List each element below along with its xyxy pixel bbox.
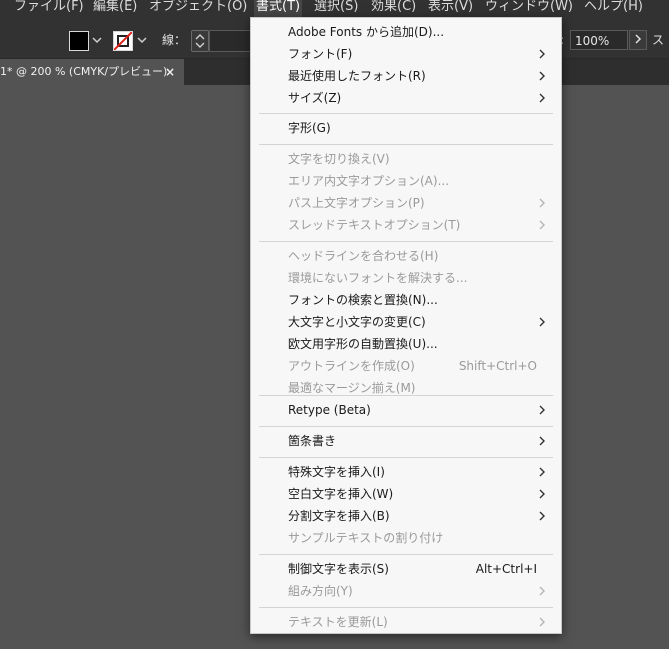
menu-item-item-5: 文字を切り換え(V) <box>251 148 561 170</box>
menu-item-item-20[interactable]: 分割文字を挿入(B) <box>251 505 561 527</box>
menu-item-label: 特殊文字を挿入(I) <box>288 465 385 479</box>
menu-item-item-9: ヘッドラインを合わせる(H) <box>251 245 561 267</box>
chevron-right-icon <box>536 87 548 109</box>
chevron-right-icon[interactable] <box>629 30 647 50</box>
menu-item-item-10: 環境にないフォントを解決する... <box>251 267 561 289</box>
menu-item-label: テキストを更新(L) <box>288 615 388 629</box>
chevron-right-icon <box>536 399 548 421</box>
menu-item-adobe-fonts[interactable]: Adobe Fonts から追加(D)... <box>251 21 561 43</box>
menu-type[interactable]: 書式(T) <box>254 0 303 18</box>
chevron-right-icon <box>536 580 548 602</box>
menu-item-label: サンプルテキストの割り付け <box>288 531 444 545</box>
menu-item-label: Retype (Beta) <box>288 403 371 417</box>
menu-item-item-24: テキストを更新(L) <box>251 611 561 633</box>
chevron-right-icon <box>536 65 548 87</box>
menu-window[interactable]: ウィンドウ(W) <box>483 0 575 18</box>
menu-item-label: フォントの検索と置換(N)... <box>288 293 438 307</box>
menu-item-label: パス上文字オプション(P) <box>288 196 425 210</box>
menu-item-label: エリア内文字オプション(A)... <box>288 174 450 188</box>
chevron-down-icon[interactable] <box>90 32 104 48</box>
menu-item-label: 最近使用したフォント(R) <box>288 69 426 83</box>
menu-item-item-21: サンプルテキストの割り付け <box>251 527 561 549</box>
menu-separator <box>259 113 553 114</box>
menu-item-item-18[interactable]: 特殊文字を挿入(I) <box>251 461 561 483</box>
control-label-truncated: ス <box>652 33 665 47</box>
menu-separator <box>259 457 553 458</box>
menu-item-item-2[interactable]: 最近使用したフォント(R) <box>251 65 561 87</box>
menu-item-item-6: エリア内文字オプション(A)... <box>251 170 561 192</box>
menu-select[interactable]: 選択(S) <box>312 0 360 18</box>
menu-view[interactable]: 表示(V) <box>426 0 475 18</box>
chevron-right-icon <box>536 311 548 333</box>
document-tab[interactable]: 1* @ 200 % (CMYK/プレビュー) × <box>0 59 184 85</box>
menu-file[interactable]: ファイル(F) <box>12 0 86 18</box>
menu-separator <box>259 607 553 608</box>
menu-edit[interactable]: 編集(E) <box>91 0 139 18</box>
menu-item-label: 文字を切り換え(V) <box>288 152 390 166</box>
chevron-right-icon <box>536 483 548 505</box>
menu-item-label: 組み方向(Y) <box>288 584 353 598</box>
menu-item-item-13[interactable]: 欧文用字形の自動置換(U)... <box>251 333 561 355</box>
menu-item-item-1[interactable]: フォント(F) <box>251 43 561 65</box>
menu-object[interactable]: オブジェクト(O) <box>147 0 249 18</box>
menu-item-label: 字形(G) <box>288 121 331 135</box>
menu-item-label: アウトラインを作成(O) <box>288 359 415 373</box>
menu-item-item-7: パス上文字オプション(P) <box>251 192 561 214</box>
menu-item-label: 制御文字を表示(S) <box>288 562 389 576</box>
menu-item-label: ヘッドラインを合わせる(H) <box>288 249 439 263</box>
zoom-field[interactable]: 100% <box>570 30 628 50</box>
menu-item-item-8: スレッドテキストオプション(T) <box>251 214 561 236</box>
menu-item-item-12[interactable]: 大文字と小文字の変更(C) <box>251 311 561 333</box>
document-tab-title: 1* @ 200 % (CMYK/プレビュー) <box>0 65 168 78</box>
menu-effect[interactable]: 効果(C) <box>369 0 418 18</box>
menu-item-label: スレッドテキストオプション(T) <box>288 218 461 232</box>
stroke-swatch[interactable] <box>113 31 133 51</box>
menu-item-retype[interactable]: Retype (Beta) <box>251 399 561 421</box>
chevron-right-icon <box>536 214 548 236</box>
menu-separator <box>259 144 553 145</box>
menu-separator <box>259 241 553 242</box>
menu-help[interactable]: ヘルプ(H) <box>582 0 645 18</box>
menu-item-label: 分割文字を挿入(B) <box>288 509 390 523</box>
menu-item-item-14: アウトラインを作成(O) Shift+Ctrl+O <box>251 355 561 377</box>
menu-item-label: 空白文字を挿入(W) <box>288 487 394 501</box>
menu-item-label: 大文字と小文字の変更(C) <box>288 315 426 329</box>
stroke-label: 線： <box>162 33 187 47</box>
type-menu-dropdown: Adobe Fonts から追加(D)... フォント(F) 最近使用したフォント(… <box>250 17 562 634</box>
menu-bar: ファイル(F) 編集(E) オブジェクト(O) 書式(T) 選択(S) 効果(C… <box>0 0 669 18</box>
menu-item-item-11[interactable]: フォントの検索と置換(N)... <box>251 289 561 311</box>
chevron-right-icon <box>536 43 548 65</box>
chevron-right-icon <box>536 611 548 633</box>
chevron-down-icon[interactable] <box>135 32 149 48</box>
menu-item-item-22[interactable]: 制御文字を表示(S) Alt+Ctrl+I <box>251 558 561 580</box>
stroke-stepper[interactable] <box>191 30 209 52</box>
menu-item-shortcut: Alt+Ctrl+I <box>475 562 537 576</box>
menu-item-label: フォント(F) <box>288 47 353 61</box>
menu-item-label: Adobe Fonts から追加(D)... <box>288 25 445 39</box>
menu-item-item-17[interactable]: 箇条書き <box>251 430 561 452</box>
chevron-right-icon <box>536 192 548 214</box>
chevron-right-icon <box>536 461 548 483</box>
menu-item-label: サイズ(Z) <box>288 91 342 105</box>
menu-item-shortcut: Shift+Ctrl+O <box>458 359 537 373</box>
menu-item-label: 環境にないフォントを解決する... <box>288 271 468 285</box>
menu-separator <box>259 554 553 555</box>
chevron-right-icon <box>536 430 548 452</box>
fill-swatch[interactable] <box>69 31 89 51</box>
menu-item-item-3[interactable]: サイズ(Z) <box>251 87 561 109</box>
menu-separator <box>259 426 553 427</box>
menu-item-label: 欧文用字形の自動置換(U)... <box>288 337 438 351</box>
menu-item-item-23: 組み方向(Y) <box>251 580 561 602</box>
menu-item-item-19[interactable]: 空白文字を挿入(W) <box>251 483 561 505</box>
menu-item-item-4[interactable]: 字形(G) <box>251 117 561 139</box>
chevron-right-icon <box>536 505 548 527</box>
stroke-weight-field[interactable] <box>209 30 253 52</box>
menu-item-item-15: 最適なマージン揃え(M) <box>251 377 561 399</box>
menu-item-label: 最適なマージン揃え(M) <box>288 381 416 395</box>
close-icon[interactable]: × <box>165 59 175 85</box>
menu-item-label: 箇条書き <box>288 434 337 448</box>
